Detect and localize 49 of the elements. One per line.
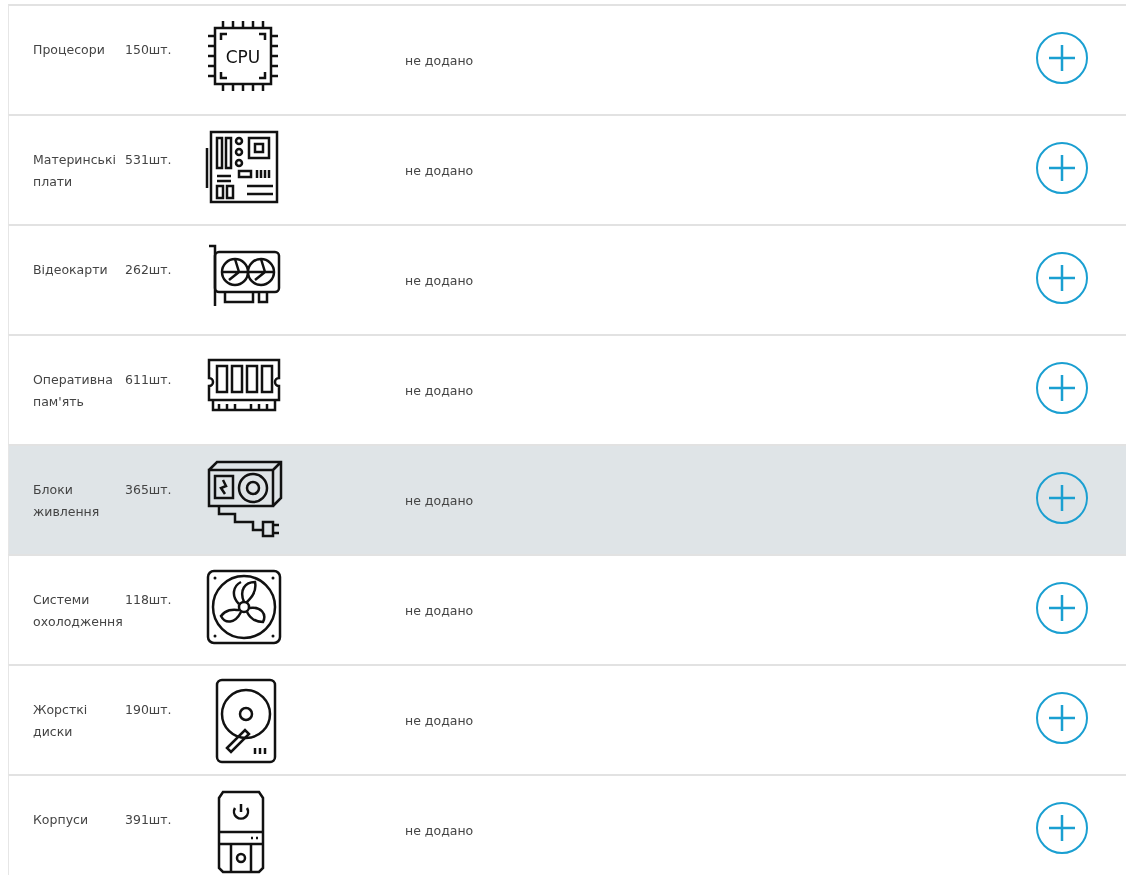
- category-row[interactable]: Материнські плати 531шт. не додано: [8, 114, 1126, 224]
- cpu-label: CPU: [225, 47, 261, 67]
- item-count: 190шт.: [125, 701, 173, 719]
- plus-icon: [1047, 813, 1077, 843]
- status-text: не додано: [405, 822, 474, 840]
- item-count: 118шт.: [125, 591, 173, 609]
- category-name: Жорсткі диски: [33, 701, 89, 741]
- category-name: Оперативна пам'ять: [33, 371, 114, 411]
- category-row[interactable]: Оперативна пам'ять 611шт. не додано: [8, 334, 1126, 444]
- add-button[interactable]: [1036, 582, 1088, 634]
- add-button[interactable]: [1036, 692, 1088, 744]
- plus-icon: [1047, 373, 1077, 403]
- plus-icon: [1047, 483, 1077, 513]
- status-text: не додано: [405, 52, 474, 70]
- status-text: не додано: [405, 382, 474, 400]
- add-button[interactable]: [1036, 32, 1088, 84]
- category-row[interactable]: Жорсткі диски 190шт. не додано: [8, 664, 1126, 774]
- status-text: не додано: [405, 492, 474, 510]
- plus-icon: [1047, 593, 1077, 623]
- plus-icon: [1047, 263, 1077, 293]
- item-count: 531шт.: [125, 151, 173, 169]
- category-name: Блоки живлення: [33, 481, 101, 521]
- status-text: не додано: [405, 712, 474, 730]
- plus-icon: [1047, 153, 1077, 183]
- add-button[interactable]: [1036, 472, 1088, 524]
- add-button[interactable]: [1036, 802, 1088, 854]
- category-row[interactable]: Відеокарти 262шт. не додано: [8, 224, 1126, 334]
- category-row[interactable]: Системи охолодження 118шт. не додано: [8, 554, 1126, 664]
- category-row[interactable]: Корпуси 391шт. не додано: [8, 774, 1126, 875]
- plus-icon: [1047, 703, 1077, 733]
- add-button[interactable]: [1036, 142, 1088, 194]
- status-text: не додано: [405, 272, 474, 290]
- status-text: не додано: [405, 602, 474, 620]
- category-name: Материнські плати: [33, 151, 117, 191]
- category-row[interactable]: Процесори 150шт. CPU не додано: [8, 4, 1126, 114]
- category-row[interactable]: Блоки живлення 365шт. не додано: [8, 444, 1126, 554]
- status-text: не додано: [405, 162, 474, 180]
- item-count: 262шт.: [125, 261, 173, 279]
- category-name: Процесори: [33, 41, 106, 59]
- item-count: 365шт.: [125, 481, 173, 499]
- category-name: Корпуси: [33, 811, 90, 829]
- item-count: 391шт.: [125, 811, 173, 829]
- category-name: Відеокарти: [33, 261, 109, 279]
- category-name: Системи охолодження: [33, 591, 124, 631]
- plus-icon: [1047, 43, 1077, 73]
- add-button[interactable]: [1036, 362, 1088, 414]
- add-button[interactable]: [1036, 252, 1088, 304]
- item-count: 611шт.: [125, 371, 173, 389]
- item-count: 150шт.: [125, 41, 173, 59]
